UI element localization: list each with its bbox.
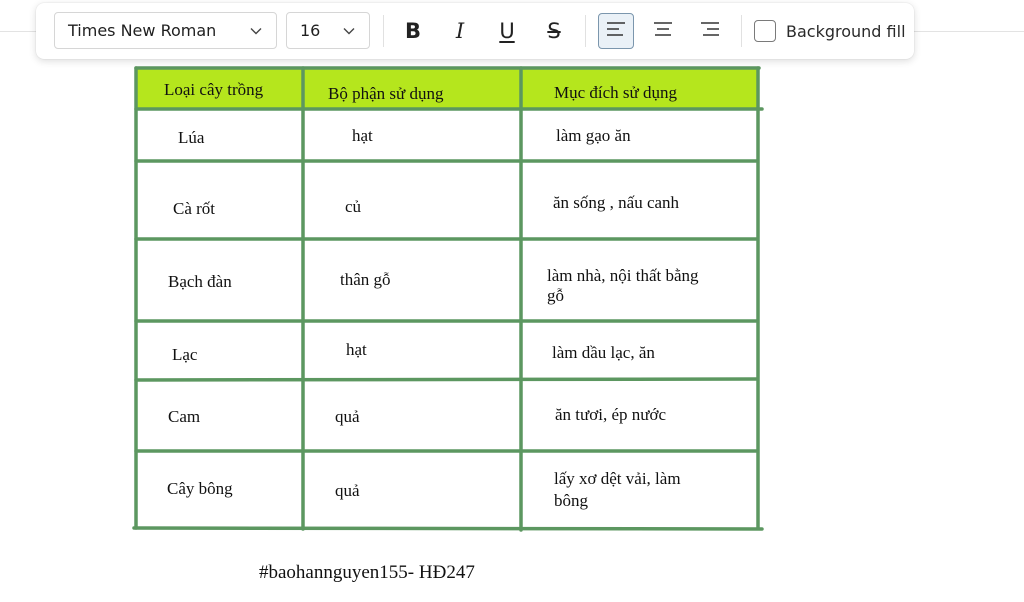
italic-icon: I <box>455 18 465 43</box>
table-cell: Bạch đàn <box>168 272 232 291</box>
align-right-icon <box>700 21 720 42</box>
table-cell: Lúa <box>178 128 205 147</box>
align-left-icon <box>606 21 626 42</box>
table-cell: gỗ <box>547 286 564 305</box>
table-cell: hạt <box>352 126 373 145</box>
toolbar-separator <box>585 15 586 47</box>
header-cell-purpose: Mục đích sử dụng <box>554 83 678 102</box>
toolbar-separator <box>741 15 742 47</box>
table-cell: ăn tươi, ép nước <box>555 405 666 424</box>
image-caption: #baohannguyen155- HĐ247 <box>259 562 475 583</box>
table-cell: bông <box>554 491 588 510</box>
background-fill-toggle[interactable]: Background fill <box>754 17 906 45</box>
bold-button[interactable]: B <box>395 13 431 49</box>
italic-button[interactable]: I <box>442 13 478 49</box>
header-cell-part-used: Bộ phận sử dụng <box>328 84 444 103</box>
table-cell: ăn sống , nấu canh <box>553 193 680 212</box>
underline-icon: U <box>499 18 515 43</box>
grid-line <box>134 377 759 382</box>
document-table: Loại cây trồng Bộ phận sử dụng Mục đích … <box>0 0 1024 602</box>
align-center-button[interactable] <box>645 13 681 49</box>
background-fill-label: Background fill <box>786 21 906 41</box>
table-cell: Cà rốt <box>173 199 216 218</box>
strikethrough-button[interactable]: S <box>536 13 572 49</box>
table-cell: lấy xơ dệt vải, làm <box>554 469 681 488</box>
grid-line <box>132 526 764 531</box>
table-cell: làm dầu lạc, ăn <box>552 343 655 362</box>
align-left-button[interactable] <box>598 13 634 49</box>
table-cell: quả <box>335 481 360 500</box>
table-cell: làm gạo ăn <box>556 126 631 145</box>
table-cell: làm nhà, nội thất bằng <box>547 266 699 285</box>
toolbar-separator <box>383 15 384 47</box>
table-cell: Cam <box>168 407 201 426</box>
header-cell-crop-type: Loại cây trồng <box>164 80 264 99</box>
chevron-down-icon <box>249 24 263 38</box>
table-cell: Lạc <box>172 345 198 364</box>
table-cell: hạt <box>346 340 367 359</box>
font-size-dropdown[interactable]: 16 <box>286 12 370 49</box>
align-right-button[interactable] <box>692 13 728 49</box>
background-fill-checkbox[interactable] <box>754 20 776 42</box>
table-grid <box>132 66 764 532</box>
font-family-dropdown[interactable]: Times New Roman <box>54 12 277 49</box>
table-cell: củ <box>345 197 362 216</box>
underline-button[interactable]: U <box>489 13 525 49</box>
table-cell: quả <box>335 407 360 426</box>
font-family-value: Times New Roman <box>68 21 217 40</box>
text-format-toolbar: Times New Roman 16 B I U S Background fi… <box>36 3 914 59</box>
align-center-icon <box>653 21 673 42</box>
bold-icon: B <box>404 18 421 43</box>
table-cell: Cây bông <box>167 479 233 498</box>
chevron-down-icon <box>342 24 356 38</box>
table-cell: thân gỗ <box>340 270 391 289</box>
strikethrough-icon: S <box>547 18 561 43</box>
font-size-value: 16 <box>300 21 321 40</box>
